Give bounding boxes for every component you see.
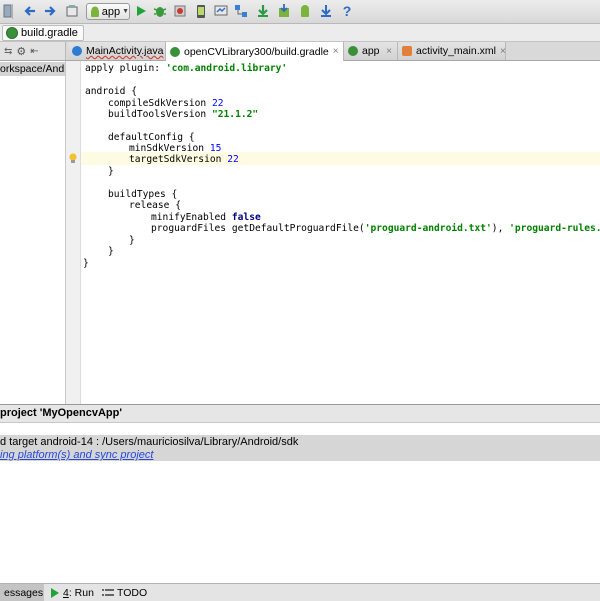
redo-icon[interactable] (42, 3, 58, 19)
todo-icon (102, 588, 114, 596)
build-make-icon[interactable] (64, 3, 80, 19)
project-pane-header: ⇆ ⚙ ⇤ (0, 42, 66, 60)
messages-panel-header: project 'MyOpencvApp' (0, 405, 600, 423)
tab-label: activity_main.xml (416, 45, 496, 57)
bottom-tool-strip: essages 4: Run TODO (0, 583, 600, 601)
tab-main-activity[interactable]: MainActivity.java × (68, 42, 173, 60)
run-tool-label: : Run (68, 586, 94, 599)
code-line: android { (85, 86, 137, 97)
messages-project-title: project 'MyOpencvApp' (0, 407, 122, 419)
hide-pane-icon[interactable]: ⇤ (30, 46, 38, 57)
toolbar-overflow-icon[interactable] (0, 3, 16, 19)
run-icon (51, 587, 59, 598)
sdk-manager-icon[interactable] (276, 3, 292, 19)
download-icon[interactable] (318, 3, 334, 19)
android-device-icon[interactable] (297, 3, 313, 19)
scroll-left-icon[interactable]: ⇆ (4, 46, 12, 57)
messages-tool-button[interactable]: essages (0, 584, 44, 601)
tab-label: app (362, 45, 380, 57)
project-pane: orkspace/Andr (0, 61, 66, 404)
debug-icon[interactable] (152, 3, 168, 19)
code-line: release { (129, 200, 181, 211)
code-line: } (83, 258, 89, 269)
todo-tool-label: TODO (117, 586, 148, 599)
avd-manager-icon[interactable] (193, 3, 209, 19)
tab-app[interactable]: app × (344, 42, 398, 60)
sync-gradle-icon[interactable] (255, 3, 271, 19)
gradle-icon (170, 46, 180, 57)
code-line: } (108, 166, 114, 177)
messages-panel: d target android-14 : /Users/mauriciosil… (0, 423, 600, 583)
tab-label: openCVLibrary300/build.gradle (184, 45, 329, 58)
message-line: d target android-14 : /Users/mauriciosil… (0, 436, 299, 448)
editor-tab-row: ⇆ ⚙ ⇤ MainActivity.java × openCVLibrary3… (0, 42, 600, 61)
navigation-bar: build.gradle (0, 24, 600, 42)
gradle-icon (6, 27, 18, 39)
device-monitor-icon[interactable] (213, 3, 229, 19)
code-line: targetSdkVersion 22 (129, 154, 239, 165)
help-icon[interactable]: ? (339, 3, 355, 19)
run-config-dropdown[interactable]: app ▼ (86, 3, 130, 20)
breadcrumb-label: build.gradle (21, 27, 78, 39)
todo-tool-button[interactable]: TODO (98, 584, 151, 601)
project-tree-item[interactable]: orkspace/Andr (0, 62, 65, 76)
run-icon[interactable] (133, 3, 149, 19)
project-path-label: orkspace/Andr (0, 63, 65, 75)
chevron-down-icon: ▼ (122, 8, 129, 15)
xml-icon (402, 46, 412, 56)
toolbar-separator (12, 4, 13, 19)
lightbulb-icon[interactable] (68, 153, 78, 164)
project-structure-icon[interactable] (233, 3, 249, 19)
undo-icon[interactable] (22, 3, 38, 19)
code-line: apply plugin: 'com.android.library' (85, 63, 288, 74)
gradle-icon (348, 46, 358, 56)
link-text[interactable]: ing platform(s) and sync project (0, 449, 153, 461)
code-editor[interactable]: apply plugin: 'com.android.library' andr… (81, 61, 600, 404)
close-icon[interactable]: × (500, 46, 506, 57)
run-tool-button[interactable]: 4: Run (46, 584, 98, 601)
install-platform-link[interactable]: ing platform(s) and sync project (0, 449, 153, 462)
run-config-label: app (101, 5, 121, 18)
main-toolbar: app ▼ ? (0, 0, 600, 24)
tab-label: MainActivity.java (86, 45, 164, 57)
close-icon[interactable]: × (333, 46, 339, 57)
code-line: } (108, 246, 114, 257)
tab-opencv-build-gradle[interactable]: openCVLibrary300/build.gradle × (166, 42, 344, 61)
editor-gutter (66, 61, 81, 404)
android-icon (91, 6, 99, 17)
code-line: proguardFiles getDefaultProguardFile('pr… (151, 223, 600, 234)
breadcrumb[interactable]: build.gradle (2, 25, 84, 41)
attach-debugger-icon[interactable] (172, 3, 188, 19)
tab-activity-main-xml[interactable]: activity_main.xml × (398, 42, 506, 60)
code-line: buildToolsVersion "21.1.2" (108, 109, 259, 120)
class-icon (72, 46, 82, 56)
messages-tool-label: essages (4, 586, 44, 599)
close-icon[interactable]: × (386, 46, 392, 57)
gear-icon[interactable]: ⚙ (16, 45, 26, 58)
